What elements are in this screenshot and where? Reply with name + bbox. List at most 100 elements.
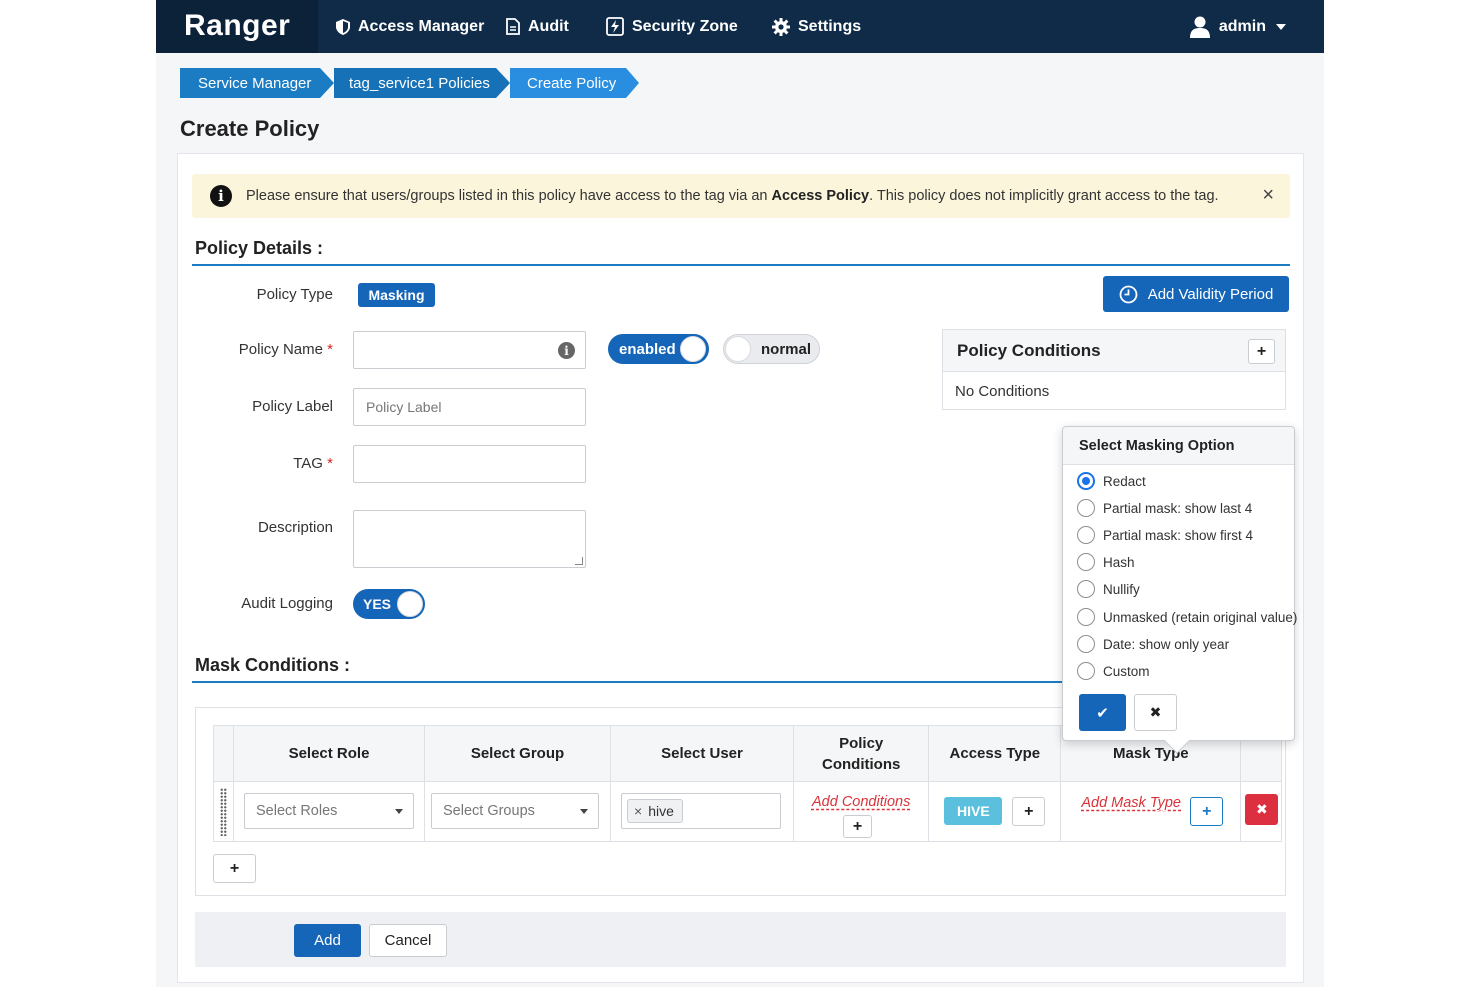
- cancel-button[interactable]: Cancel: [369, 924, 447, 957]
- add-validity-period-button[interactable]: Add Validity Period: [1103, 276, 1289, 312]
- policy-type-badge: Masking: [358, 283, 435, 307]
- confirm-mask-button[interactable]: ✔: [1079, 694, 1126, 731]
- drag-dots-icon: [220, 788, 227, 836]
- audit-logging-toggle[interactable]: YES: [353, 589, 425, 619]
- option-label: Custom: [1103, 663, 1150, 679]
- radio-button[interactable]: [1077, 608, 1095, 626]
- mask-option-redact[interactable]: Redact: [1077, 472, 1146, 490]
- breadcrumb-label: tag_service1 Policies: [349, 74, 490, 92]
- select-groups-dropdown[interactable]: Select Groups: [431, 793, 599, 829]
- toggle-knob: [725, 336, 751, 362]
- close-icon: ✖: [1149, 704, 1162, 720]
- mask-type-cell: Add Mask Type +: [1060, 781, 1242, 842]
- radio-button[interactable]: [1077, 662, 1095, 680]
- app-window: Ranger Access Manager Audit Security Zon…: [156, 0, 1324, 987]
- info-alert: i Please ensure that users/groups listed…: [192, 174, 1290, 218]
- drag-handle[interactable]: [213, 781, 234, 842]
- access-type-cell: HIVE +: [928, 781, 1062, 842]
- policy-name-input[interactable]: i: [353, 331, 586, 369]
- add-condition-button[interactable]: +: [843, 815, 872, 838]
- close-icon[interactable]: ×: [1262, 184, 1274, 207]
- table-row: Select Roles Select Groups × hive Add Co…: [213, 781, 1283, 842]
- tag-input[interactable]: [353, 445, 586, 483]
- nav-security-zone[interactable]: Security Zone: [606, 0, 738, 53]
- popover-title: Select Masking Option: [1063, 427, 1294, 465]
- mask-option-unmasked[interactable]: Unmasked (retain original value): [1077, 608, 1297, 626]
- toggle-label: enabled: [619, 340, 676, 358]
- tag-label: TAG *: [293, 455, 333, 472]
- user-tag: × hive: [627, 799, 683, 823]
- mask-option-show-last-4[interactable]: Partial mask: show last 4: [1077, 499, 1252, 517]
- nav-access-manager[interactable]: Access Manager: [336, 0, 484, 53]
- top-navbar: Ranger Access Manager Audit Security Zon…: [156, 0, 1324, 53]
- policy-details-title: Policy Details :: [195, 238, 324, 258]
- nav-audit[interactable]: Audit: [506, 0, 569, 53]
- option-label: Partial mask: show last 4: [1103, 500, 1253, 516]
- select-group-cell: Select Groups: [424, 781, 611, 842]
- add-conditions-link[interactable]: Add Conditions: [794, 793, 928, 810]
- toggle-knob: [397, 591, 423, 617]
- select-roles-dropdown[interactable]: Select Roles: [244, 793, 414, 829]
- add-access-type-button[interactable]: +: [1012, 797, 1046, 826]
- add-mask-type-button[interactable]: +: [1190, 797, 1224, 826]
- resize-handle-icon: [575, 557, 583, 565]
- check-icon: ✔: [1096, 704, 1109, 722]
- no-conditions-text: No Conditions: [955, 383, 1050, 400]
- toggle-label: YES: [363, 596, 392, 612]
- nav-label: Settings: [798, 17, 862, 35]
- policy-label-input[interactable]: Policy Label: [353, 388, 586, 426]
- enabled-toggle[interactable]: enabled: [608, 334, 709, 364]
- radio-button[interactable]: [1077, 526, 1095, 544]
- radio-button[interactable]: [1077, 472, 1095, 490]
- nav-label: Audit: [528, 17, 569, 35]
- page-title: Create Policy: [180, 116, 320, 141]
- normal-toggle[interactable]: normal: [723, 334, 820, 364]
- toggle-knob: [680, 336, 706, 362]
- column-header: Access Type: [928, 725, 1062, 782]
- placeholder-text: Policy Label: [366, 399, 442, 415]
- user-icon: [1189, 16, 1210, 38]
- masking-option-popover: Select Masking Option Redact Partial mas…: [1062, 426, 1297, 754]
- option-label: Hash: [1103, 554, 1135, 570]
- gear-icon: [772, 17, 790, 36]
- mask-conditions-title: Mask Conditions :: [195, 655, 351, 675]
- toggle-label: normal: [761, 340, 812, 358]
- mask-option-custom[interactable]: Custom: [1077, 662, 1150, 680]
- user-menu[interactable]: admin: [1189, 0, 1286, 53]
- breadcrumb-separator: [320, 68, 334, 98]
- breadcrumb-label: Service Manager: [198, 74, 312, 92]
- mask-option-hash[interactable]: Hash: [1077, 553, 1135, 571]
- mask-option-nullify[interactable]: Nullify: [1077, 580, 1140, 598]
- select-users-input[interactable]: × hive: [621, 793, 781, 829]
- breadcrumb-policies[interactable]: tag_service1 Policies: [334, 68, 496, 98]
- mask-option-date-year[interactable]: Date: show only year: [1077, 635, 1229, 653]
- placeholder-text: Select Roles: [256, 803, 338, 819]
- nav-settings[interactable]: Settings: [772, 0, 861, 53]
- username: admin: [1218, 17, 1266, 35]
- radio-button[interactable]: [1077, 499, 1095, 517]
- add-button[interactable]: Add: [294, 924, 361, 957]
- column-header: Select Group: [424, 725, 611, 782]
- breadcrumb-service-manager[interactable]: Service Manager: [180, 68, 320, 98]
- delete-row-button[interactable]: ✖: [1245, 794, 1279, 825]
- policy-type-label: Policy Type: [256, 286, 333, 303]
- radio-button[interactable]: [1077, 635, 1095, 653]
- breadcrumb-separator: [496, 68, 510, 98]
- description-textarea[interactable]: [353, 510, 586, 568]
- option-label: Nullify: [1103, 581, 1140, 597]
- radio-button[interactable]: [1077, 553, 1095, 571]
- mask-option-show-first-4[interactable]: Partial mask: show first 4: [1077, 526, 1253, 544]
- access-type-badge: HIVE: [944, 797, 1003, 825]
- policy-conditions-box: Policy Conditions + No Conditions: [942, 329, 1286, 410]
- info-icon: i: [558, 342, 575, 359]
- user-tag-label: hive: [648, 803, 674, 819]
- radio-button[interactable]: [1077, 580, 1095, 598]
- add-policy-condition-button[interactable]: +: [1248, 339, 1275, 364]
- remove-tag-icon[interactable]: ×: [634, 803, 642, 819]
- description-label: Description: [257, 519, 333, 536]
- file-icon: [506, 18, 520, 35]
- add-mask-type-link[interactable]: Add Mask Type: [1081, 794, 1181, 811]
- brand-logo[interactable]: Ranger: [156, 0, 318, 53]
- cancel-mask-button[interactable]: ✖: [1134, 694, 1177, 731]
- add-mask-row-button[interactable]: +: [213, 854, 256, 883]
